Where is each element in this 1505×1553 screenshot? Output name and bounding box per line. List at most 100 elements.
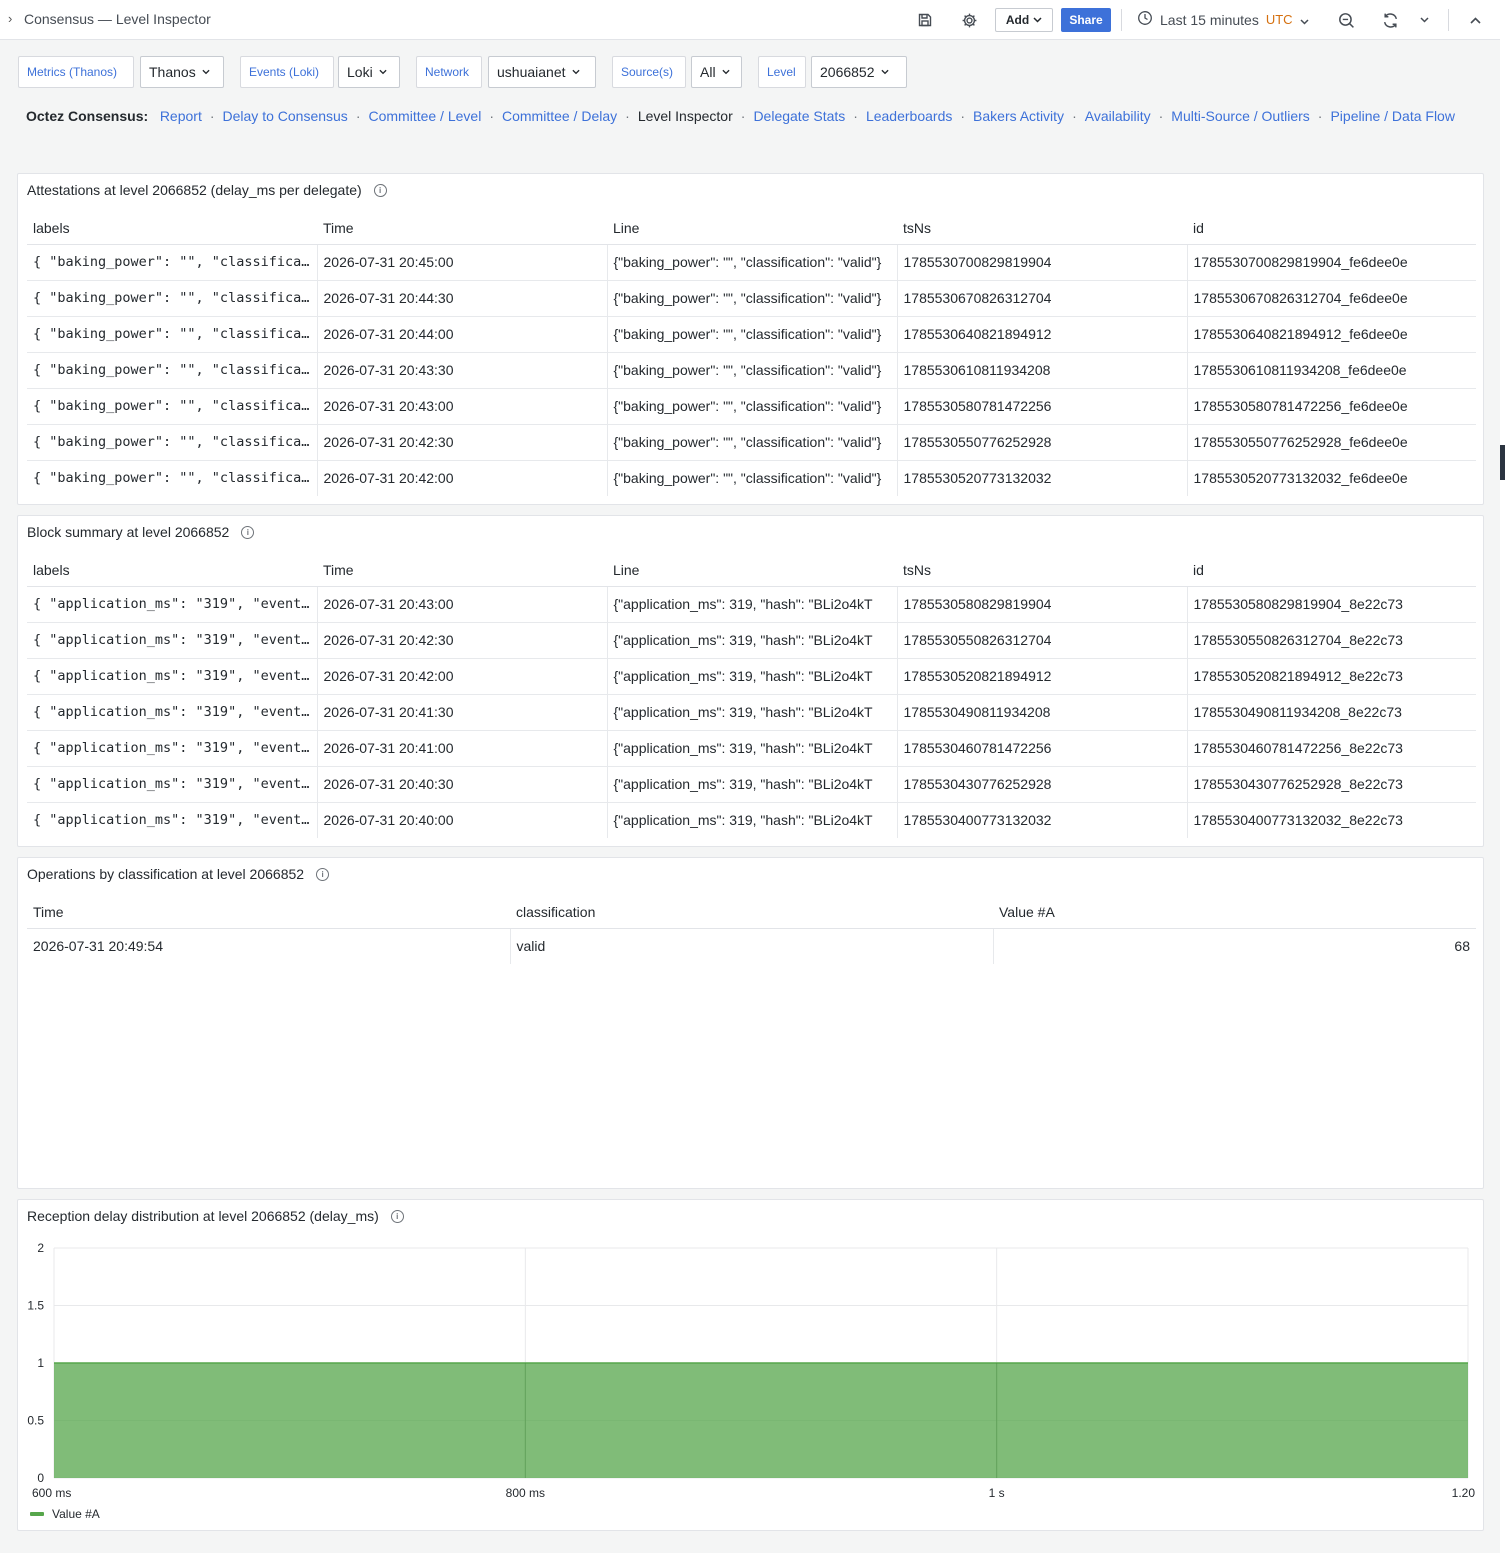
- operations-panel-title[interactable]: Operations by classification at level 20…: [27, 866, 330, 882]
- cell-time: 2026-07-31 20:40:00: [316, 802, 607, 838]
- refresh-interval-chevron-icon[interactable]: [1414, 10, 1434, 30]
- table-header-row: labels Time Line tsNs id: [27, 212, 1476, 245]
- table-row[interactable]: { "baking_power": "", "classification": …: [27, 244, 1476, 281]
- time-range-picker[interactable]: Last 15 minutes UTC: [1137, 10, 1309, 29]
- column-header-labels[interactable]: labels: [27, 212, 317, 245]
- table-row[interactable]: { "baking_power": "", "classification": …: [27, 280, 1476, 317]
- column-header-value-a[interactable]: Value #A: [993, 896, 1476, 929]
- link-report[interactable]: Report: [160, 108, 202, 124]
- block-summary-panel-title[interactable]: Block summary at level 2066852 i: [27, 524, 255, 540]
- table-row[interactable]: { "baking_power": "", "classification": …: [27, 316, 1476, 353]
- chart-legend[interactable]: Value #A: [30, 1507, 100, 1521]
- variable-label-events: Events (Loki): [240, 56, 334, 88]
- column-header-line[interactable]: Line: [607, 554, 897, 587]
- column-header-tsns[interactable]: tsNs: [897, 554, 1187, 587]
- x-tick-label: 1 s: [989, 1486, 1005, 1500]
- table-row[interactable]: { "application_ms": "319", "event": "blo…: [27, 694, 1476, 731]
- column-header-id[interactable]: id: [1187, 212, 1476, 245]
- table-row[interactable]: { "application_ms": "319", "event": "blo…: [27, 658, 1476, 695]
- column-header-id[interactable]: id: [1187, 554, 1476, 587]
- cell-time: 2026-07-31 20:40:30: [316, 766, 607, 803]
- variable-select-sources[interactable]: All: [691, 56, 742, 88]
- attestations-panel-title[interactable]: Attestations at level 2066852 (delay_ms …: [27, 182, 387, 198]
- attestations-panel: Attestations at level 2066852 (delay_ms …: [17, 173, 1484, 505]
- info-icon[interactable]: i: [316, 867, 330, 881]
- settings-gear-icon[interactable]: [959, 10, 979, 30]
- link-committee-delay[interactable]: Committee / Delay: [502, 108, 617, 124]
- link-delegate-stats[interactable]: Delegate Stats: [753, 108, 845, 124]
- table-row[interactable]: { "application_ms": "319", "event": "blo…: [27, 802, 1476, 838]
- cell-tsns: 1785530520821894912: [896, 658, 1187, 695]
- info-icon[interactable]: i: [241, 525, 255, 539]
- link-separator: ·: [960, 108, 966, 124]
- column-header-labels[interactable]: labels: [27, 554, 317, 587]
- table-row[interactable]: 2026-07-31 20:49:54 valid 68: [27, 928, 1476, 964]
- variable-select-metrics[interactable]: Thanos: [140, 56, 224, 88]
- link-bakers-activity[interactable]: Bakers Activity: [973, 108, 1064, 124]
- table-row[interactable]: { "application_ms": "319", "event": "blo…: [27, 586, 1476, 623]
- table-row[interactable]: { "baking_power": "", "classification": …: [27, 460, 1476, 496]
- x-tick-label: 600 ms: [32, 1486, 71, 1500]
- cell-labels: { "baking_power": "", "classification": …: [33, 470, 317, 487]
- cell-tsns: 1785530520773132032: [896, 460, 1187, 496]
- cell-id: 1785530400773132032_8e22c73: [1186, 802, 1476, 838]
- column-header-time[interactable]: Time: [317, 212, 607, 245]
- gutter-artifact: [1500, 445, 1505, 480]
- variable-select-events[interactable]: Loki: [338, 56, 400, 88]
- y-tick-label: 1: [37, 1356, 44, 1370]
- table-row[interactable]: { "baking_power": "", "classification": …: [27, 388, 1476, 425]
- add-button[interactable]: Add: [995, 8, 1053, 32]
- cell-labels: { "baking_power": "", "classification": …: [27, 352, 317, 389]
- time-range-label: Last 15 minutes: [1160, 11, 1259, 28]
- table-header-row: labels Time Line tsNs id: [27, 554, 1476, 587]
- cell-id: 1785530580781472256_fe6dee0e: [1186, 388, 1476, 425]
- table-row[interactable]: { "application_ms": "319", "event": "blo…: [27, 622, 1476, 659]
- table-row[interactable]: { "application_ms": "319", "event": "blo…: [27, 766, 1476, 803]
- link-committee-level[interactable]: Committee / Level: [368, 108, 481, 124]
- reception-delay-chart[interactable]: 0 0.5 1 1.5 2 600 ms 800 ms 1 s 1.20: [18, 1200, 1483, 1500]
- column-header-time[interactable]: Time: [317, 554, 607, 587]
- link-availability[interactable]: Availability: [1085, 108, 1151, 124]
- variable-select-network[interactable]: ushuaianet: [488, 56, 596, 88]
- cell-id: 1785530550776252928_fe6dee0e: [1186, 424, 1476, 461]
- cell-time: 2026-07-31 20:41:00: [316, 730, 607, 767]
- info-icon[interactable]: i: [373, 183, 387, 197]
- column-header-classification[interactable]: classification: [510, 896, 993, 929]
- toolbar-divider: [1448, 9, 1449, 31]
- cell-line: {"application_ms": 319, "hash": "BLi2o4k…: [606, 730, 897, 767]
- cell-tsns: 1785530400773132032: [896, 802, 1187, 838]
- cell-line: {"baking_power": "", "classification": "…: [606, 316, 897, 353]
- cell-time: 2026-07-31 20:42:30: [316, 622, 607, 659]
- chevron-down-icon: [880, 67, 889, 77]
- share-button[interactable]: Share: [1061, 8, 1111, 32]
- links-heading: Octez Consensus:: [26, 108, 149, 124]
- cell-tsns: 1785530640821894912: [896, 316, 1187, 353]
- cell-labels: { "application_ms": "319", "event": "blo…: [33, 812, 317, 829]
- cell-time: 2026-07-31 20:44:00: [316, 316, 607, 353]
- column-header-tsns[interactable]: tsNs: [897, 212, 1187, 245]
- cell-line: {"application_ms": 319, "hash": "BLi2o4k…: [606, 694, 897, 731]
- refresh-icon[interactable]: [1380, 10, 1400, 30]
- cell-classification: valid: [509, 928, 993, 964]
- expand-chevron-icon[interactable]: ›: [8, 11, 12, 26]
- variable-value-events: Loki: [347, 64, 373, 80]
- column-header-time[interactable]: Time: [27, 896, 510, 929]
- column-header-line[interactable]: Line: [607, 212, 897, 245]
- table-row[interactable]: { "baking_power": "", "classification": …: [27, 352, 1476, 389]
- dashboard-title[interactable]: Consensus — Level Inspector: [24, 11, 211, 27]
- clock-icon: [1137, 10, 1153, 29]
- variable-select-level[interactable]: 2066852: [811, 56, 907, 88]
- cell-time: 2026-07-31 20:42:00: [316, 658, 607, 695]
- collapse-chevron-up-icon[interactable]: [1465, 10, 1485, 30]
- link-delay-to-consensus[interactable]: Delay to Consensus: [223, 108, 348, 124]
- zoom-out-icon[interactable]: [1336, 10, 1356, 30]
- save-icon[interactable]: [915, 10, 935, 30]
- cell-tsns: 1785530700829819904: [896, 244, 1187, 281]
- link-separator: ·: [355, 108, 361, 124]
- table-row[interactable]: { "baking_power": "", "classification": …: [27, 424, 1476, 461]
- link-pipeline-data-flow[interactable]: Pipeline / Data Flow: [1330, 108, 1455, 124]
- dashboard-links: Octez Consensus: Report · Delay to Consens…: [26, 105, 1476, 127]
- table-row[interactable]: { "application_ms": "319", "event": "blo…: [27, 730, 1476, 767]
- link-leaderboards[interactable]: Leaderboards: [866, 108, 952, 124]
- link-multi-source-outliers[interactable]: Multi-Source / Outliers: [1171, 108, 1309, 124]
